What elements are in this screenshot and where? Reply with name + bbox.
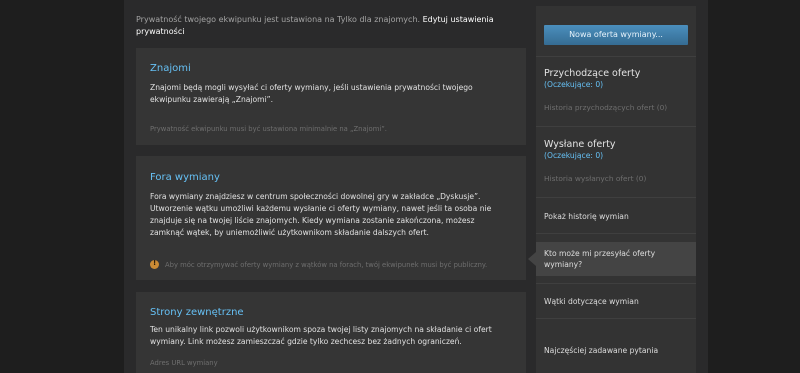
sidebar: Nowa oferta wymiany... Przychodzące ofer… — [528, 6, 696, 373]
external-sites-title[interactable]: Strony zewnętrzne — [150, 307, 244, 318]
sent-offers-pending[interactable]: (Oczekujące: 0) — [544, 151, 690, 160]
friends-description: Znajomi będą mogli wysyłać ci oferty wym… — [150, 83, 473, 104]
sent-offers-section[interactable]: Wysłane oferty (Oczekujące: 0) — [544, 139, 690, 160]
incoming-offers-history[interactable]: Historia przychodzących ofert (0) — [544, 103, 690, 112]
external-sites-description: Ten unikalny link pozwoli użytkownikom s… — [150, 325, 492, 346]
sent-offers-title[interactable]: Wysłane oferty — [544, 139, 690, 150]
external-sites-panel: Strony zewnętrzne Ten unikalny link pozw… — [136, 292, 526, 373]
sent-offers-history[interactable]: Historia wysłanych ofert (0) — [544, 174, 690, 183]
forum-note: Aby móc otrzymywać oferty wymiany z wątk… — [150, 259, 488, 269]
incoming-offers-title[interactable]: Przychodzące oferty — [544, 68, 690, 79]
forum-note-text: Aby móc otrzymywać oferty wymiany z wątk… — [165, 260, 488, 269]
warning-icon — [150, 259, 159, 269]
divider — [536, 233, 696, 234]
incoming-offers-pending[interactable]: (Oczekujące: 0) — [544, 80, 690, 89]
trade-history-link[interactable]: Pokaż historię wymian — [544, 211, 690, 222]
forum-panel: Fora wymiany Fora wymiany znajdziesz w c… — [136, 156, 526, 280]
main-column: Prywatność twojego ekwipunku jest ustawi… — [136, 0, 526, 373]
trade-url-label: Adres URL wymiany — [150, 359, 218, 367]
forum-description: Fora wymiany znajdziesz w centrum społec… — [150, 192, 492, 237]
privacy-notice: Prywatność twojego ekwipunku jest ustawi… — [136, 14, 526, 38]
divider — [536, 126, 696, 127]
divider — [536, 197, 696, 198]
who-can-send-offers-link[interactable]: Kto może mi przesyłać oferty wymiany? — [544, 248, 690, 270]
privacy-notice-text: Prywatność twojego ekwipunku jest ustawi… — [136, 15, 421, 24]
friends-panel: Znajomi Znajomi będą mogli wysyłać ci of… — [136, 48, 526, 145]
incoming-offers-section[interactable]: Przychodzące oferty (Oczekujące: 0) — [544, 68, 690, 89]
new-trade-offer-button[interactable]: Nowa oferta wymiany... — [544, 25, 688, 45]
forum-title[interactable]: Fora wymiany — [150, 172, 220, 183]
divider — [536, 318, 696, 319]
divider — [536, 56, 696, 57]
friends-title[interactable]: Znajomi — [150, 63, 191, 74]
trading-threads-link[interactable]: Wątki dotyczące wymian — [544, 296, 690, 307]
friends-note: Prywatność ekwipunku musi być ustawiona … — [150, 125, 387, 133]
divider — [536, 283, 696, 284]
faq-link[interactable]: Najczęściej zadawane pytania — [544, 345, 690, 356]
